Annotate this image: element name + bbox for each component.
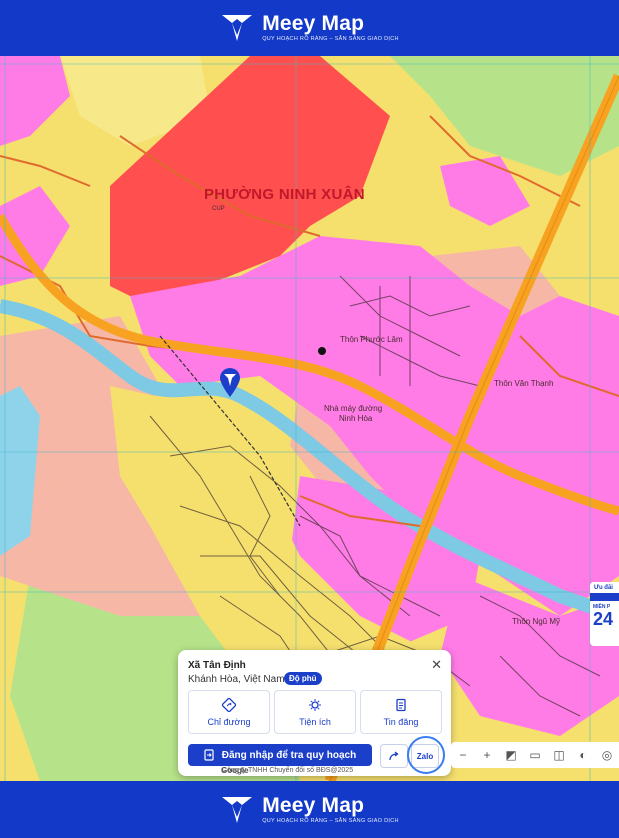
login-button[interactable]: Đăng nhập để tra quy hoạch	[188, 744, 372, 766]
zoom-in-button[interactable]: +	[478, 748, 496, 762]
promo-banner[interactable]: Ưu đãi MIỀN P 24	[590, 582, 619, 646]
location-title: Xã Tân Định	[188, 660, 246, 671]
meey-logo-icon	[222, 15, 253, 41]
share-icon	[389, 751, 399, 761]
split-view-icon[interactable]: ◫	[550, 748, 568, 762]
amenities-label: Tiện ích	[299, 716, 331, 727]
locate-icon[interactable]: ◎	[598, 748, 616, 762]
coverage-badge[interactable]: Độ phủ	[284, 672, 322, 685]
ruler-icon[interactable]: ▭	[526, 748, 544, 762]
amenities-button[interactable]: Tiện ích	[274, 690, 356, 734]
close-icon[interactable]: ✕	[431, 657, 442, 673]
place-nha-may-line2: Ninh Hòa	[339, 414, 373, 423]
ward-label: PHƯỜNG NINH XUÂN	[204, 186, 365, 203]
place-thon-ngu-my: Thôn Ngũ Mỹ	[512, 617, 561, 626]
login-label: Đăng nhập để tra quy hoạch	[221, 749, 357, 761]
place-code-cup: CUP	[212, 206, 225, 212]
promo-top: Ưu đãi	[590, 582, 619, 591]
meey-logo-icon	[222, 796, 253, 823]
directions-label: Chỉ đường	[207, 716, 251, 727]
amenities-icon	[309, 698, 321, 711]
login-icon	[204, 749, 214, 761]
zalo-highlight-ring	[407, 736, 445, 774]
layers-icon[interactable]: ◩	[502, 748, 520, 762]
brand-slogan: QUY HOẠCH RÕ RÀNG – SẴN SÀNG GIAO DỊCH	[262, 36, 399, 43]
brand-name: Meey Map	[262, 12, 365, 36]
footer-brand-logo[interactable]: Meey Map QUY HOẠCH RÕ RÀNG – SẴN SÀNG GI…	[220, 795, 399, 825]
listings-label: Tin đăng	[383, 716, 419, 727]
place-nha-may-line1: Nhà máy đường	[324, 404, 383, 413]
map-toolbar: − + ◩ ▭ ◫ ◐ ◎	[451, 742, 619, 768]
location-pin-icon[interactable]	[219, 368, 241, 398]
listings-button[interactable]: Tin đăng	[360, 690, 442, 734]
google-attribution: Google	[221, 766, 249, 775]
footer-bar: Meey Map QUY HOẠCH RÕ RÀNG – SẴN SÀNG GI…	[0, 781, 619, 838]
place-thon-phuoc-lam: Thôn Phước Lâm	[340, 335, 403, 344]
promo-strip	[590, 593, 619, 601]
compare-icon[interactable]: ◐	[574, 748, 592, 762]
header-bar: Meey Map QUY HOẠCH RÕ RÀNG – SẴN SÀNG GI…	[0, 0, 619, 56]
share-button[interactable]	[380, 744, 408, 768]
footer-brand-name: Meey Map	[262, 793, 365, 817]
listing-icon	[396, 698, 406, 711]
promo-number: 24	[593, 609, 614, 629]
zoom-out-button[interactable]: −	[454, 748, 472, 762]
place-thon-van-thanh: Thôn Văn Thạnh	[494, 379, 554, 388]
directions-icon	[222, 697, 236, 712]
footer-brand-slogan: QUY HOẠCH RÕ RÀNG – SẴN SÀNG GIAO DỊCH	[262, 817, 399, 824]
brand-logo[interactable]: Meey Map QUY HOẠCH RÕ RÀNG – SẴN SÀNG GI…	[220, 13, 399, 43]
directions-button[interactable]: Chỉ đường	[188, 690, 270, 734]
location-region: Khánh Hòa, Việt Nam	[188, 674, 285, 685]
